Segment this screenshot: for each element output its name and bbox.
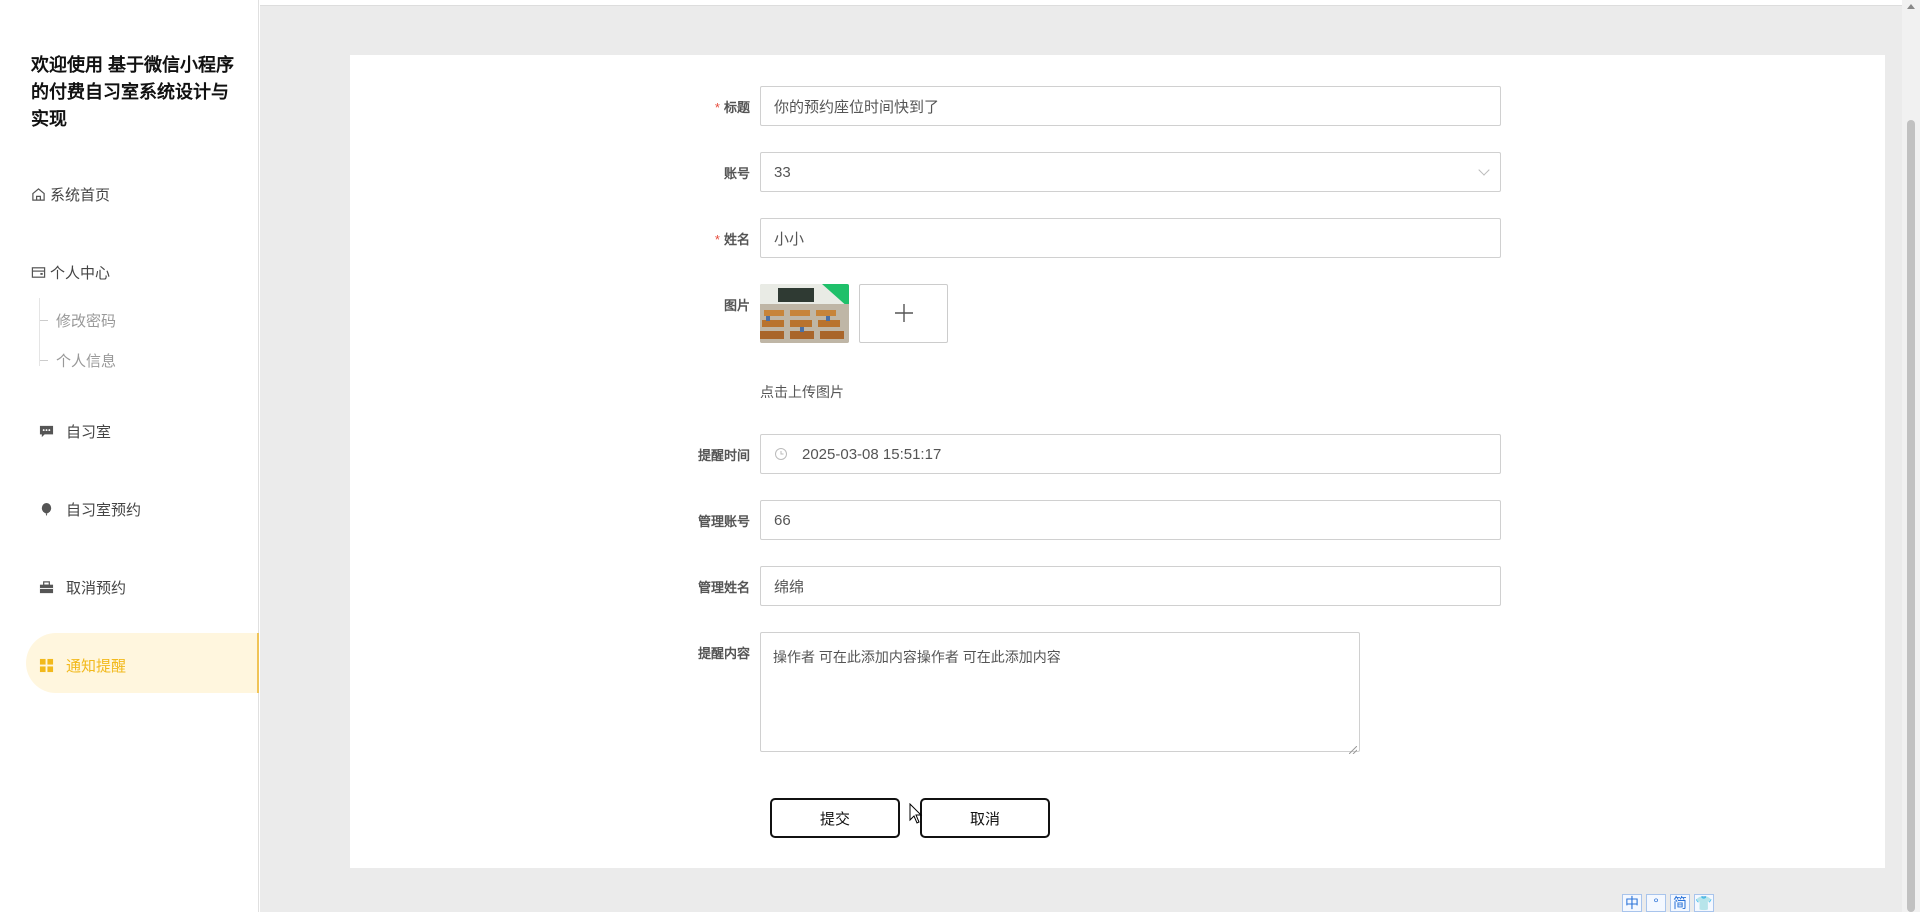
sidebar-item-notifications[interactable]: 通知提醒 xyxy=(38,655,126,676)
title-input[interactable]: 你的预约座位时间快到了 xyxy=(760,86,1501,126)
remind-time-picker[interactable]: 2025-03-08 15:51:17 xyxy=(760,434,1501,474)
content-label: 提醒内容 xyxy=(697,646,750,661)
scrollbar-thumb[interactable] xyxy=(1907,120,1915,912)
remind-time-label: 提醒时间 xyxy=(697,448,750,463)
manager-account-input[interactable]: 66 xyxy=(760,500,1501,540)
ime-simplified-button[interactable]: 简 xyxy=(1670,894,1690,912)
account-label: 账号 xyxy=(723,166,750,181)
cancel-button[interactable]: 取消 xyxy=(920,798,1050,838)
manager-account-label: 管理账号 xyxy=(697,514,750,529)
sidebar-item-cancel-reservation[interactable]: 取消预约 xyxy=(38,577,126,598)
ime-skin-icon[interactable]: 👕 xyxy=(1694,894,1714,912)
top-bar xyxy=(260,0,1902,6)
sidebar-item-label: 系统首页 xyxy=(50,186,111,204)
ime-toolbar[interactable]: 中 ° 简 👕 xyxy=(1622,894,1714,912)
balloon-icon xyxy=(38,502,54,518)
submit-button[interactable]: 提交 xyxy=(770,798,900,838)
plus-icon xyxy=(894,297,914,331)
vertical-scrollbar[interactable] xyxy=(1902,0,1920,912)
scroll-up-icon[interactable] xyxy=(1907,4,1915,9)
chevron-down-icon xyxy=(1478,164,1490,176)
sidebar-item-reservation[interactable]: 自习室预约 xyxy=(38,499,141,520)
sidebar-item-label: 自习室 xyxy=(66,424,112,441)
home-icon xyxy=(30,186,46,202)
uploaded-image-thumbnail[interactable] xyxy=(760,284,849,343)
upload-hint: 点击上传图片 xyxy=(760,384,844,400)
account-select[interactable]: 33 xyxy=(760,152,1501,192)
ime-punctuation-button[interactable]: ° xyxy=(1646,894,1666,912)
manager-name-input[interactable]: 绵绵 xyxy=(760,566,1501,606)
message-icon xyxy=(38,424,54,440)
sidebar-item-personal-center[interactable]: 个人中心 xyxy=(30,260,110,284)
content-textarea[interactable]: 操作者 可在此添加内容操作者 可在此添加内容 xyxy=(760,632,1360,755)
sidebar-item-study-room[interactable]: 自习室 xyxy=(38,421,111,442)
mouse-cursor-icon xyxy=(909,802,923,830)
sidebar-item-label: 取消预约 xyxy=(66,580,127,597)
sidebar-subitem-change-password[interactable]: 修改密码 xyxy=(40,310,116,331)
upload-image-button[interactable] xyxy=(859,284,948,343)
briefcase-icon xyxy=(38,580,54,596)
app-title: 欢迎使用 基于微信小程序的付费自习室系统设计与实现 xyxy=(31,55,234,129)
image-label: 图片 xyxy=(723,298,750,313)
sidebar-subitem-label: 修改密码 xyxy=(56,313,117,330)
name-label: * 姓名 xyxy=(714,232,750,247)
ime-chinese-button[interactable]: 中 xyxy=(1622,894,1642,912)
manager-name-label: 管理姓名 xyxy=(697,580,750,595)
sidebar-item-label: 通知提醒 xyxy=(66,658,127,675)
sidebar: 欢迎使用 基于微信小程序的付费自习室系统设计与实现 系统首页 个人中心 修改密码… xyxy=(0,0,259,912)
sidebar-subitem-personal-info[interactable]: 个人信息 xyxy=(40,350,116,371)
sidebar-item-label: 自习室预约 xyxy=(66,502,142,519)
name-input[interactable]: 小小 xyxy=(760,218,1501,258)
resize-handle-icon[interactable] xyxy=(1348,741,1358,755)
title-label: * 标题 xyxy=(714,100,750,115)
wallet-icon xyxy=(30,264,46,280)
sidebar-item-label: 个人中心 xyxy=(50,264,111,282)
sidebar-item-home[interactable]: 系统首页 xyxy=(30,182,110,206)
clock-icon xyxy=(774,447,788,461)
sidebar-subitem-label: 个人信息 xyxy=(56,353,117,370)
grid-icon xyxy=(38,658,54,674)
